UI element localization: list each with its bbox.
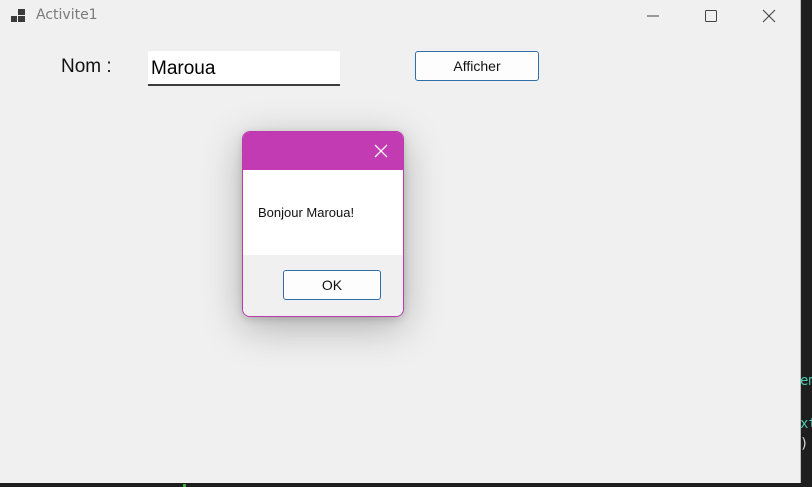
code-fragment: ) — [800, 436, 809, 452]
window-title: Activite1 — [36, 7, 98, 23]
code-fragment: em — [800, 373, 812, 389]
dialog-message: Bonjour Maroua! — [258, 205, 355, 220]
dialog-close-icon — [374, 144, 388, 158]
minimize-icon — [647, 15, 659, 17]
background-code-editor: em xt ) — [800, 370, 812, 487]
close-button[interactable] — [740, 0, 798, 32]
afficher-button[interactable]: Afficher — [415, 51, 539, 81]
maximize-button[interactable] — [682, 0, 740, 32]
background-editor-strip — [0, 483, 812, 487]
dialog-title-bar[interactable] — [243, 132, 403, 170]
app-icon — [11, 9, 27, 23]
minimize-button[interactable] — [624, 0, 682, 32]
message-box-dialog: Bonjour Maroua! OK — [242, 131, 404, 317]
dialog-body: Bonjour Maroua! — [243, 170, 403, 255]
nom-label: Nom : — [61, 56, 112, 77]
dialog-footer: OK — [243, 255, 403, 316]
close-icon — [762, 9, 776, 23]
nom-input[interactable] — [148, 51, 340, 86]
dialog-close-button[interactable] — [371, 141, 391, 161]
maximize-icon — [705, 10, 717, 22]
title-bar[interactable]: Activite1 — [0, 0, 800, 32]
ok-button[interactable]: OK — [283, 270, 381, 300]
app-window: Activite1 Nom : Afficher — [0, 0, 801, 484]
code-fragment: xt — [800, 416, 812, 432]
